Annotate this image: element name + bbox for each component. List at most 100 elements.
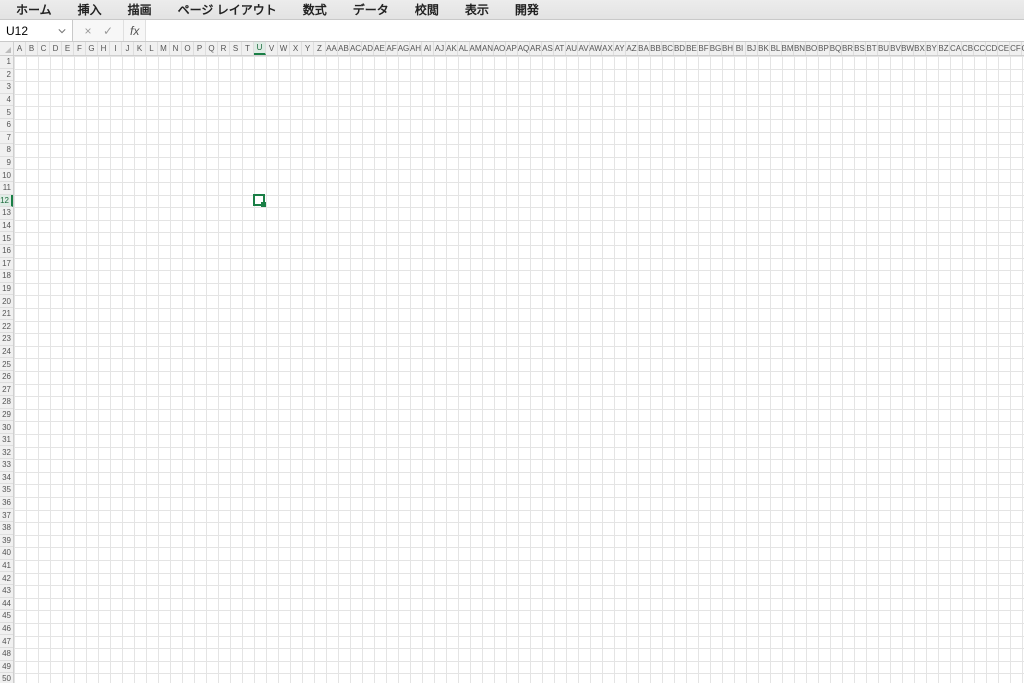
column-header[interactable]: AN bbox=[482, 42, 494, 55]
enter-icon[interactable]: ✓ bbox=[101, 24, 115, 38]
column-header[interactable]: AO bbox=[494, 42, 506, 55]
row-header[interactable]: 30 bbox=[0, 421, 13, 434]
ribbon-tab[interactable]: 数式 bbox=[297, 0, 333, 20]
column-header[interactable]: AG bbox=[398, 42, 410, 55]
column-header[interactable]: AK bbox=[446, 42, 458, 55]
ribbon-tab[interactable]: ページ レイアウト bbox=[172, 0, 283, 20]
row-header[interactable]: 35 bbox=[0, 484, 13, 497]
ribbon-tab[interactable]: 挿入 bbox=[72, 0, 108, 20]
column-header[interactable]: BW bbox=[902, 42, 914, 55]
row-header[interactable]: 39 bbox=[0, 535, 13, 548]
column-header[interactable]: AA bbox=[326, 42, 338, 55]
row-header[interactable]: 44 bbox=[0, 598, 13, 611]
row-header[interactable]: 27 bbox=[0, 383, 13, 396]
column-header[interactable]: BR bbox=[842, 42, 854, 55]
column-header[interactable]: BX bbox=[914, 42, 926, 55]
column-header[interactable]: E bbox=[62, 42, 74, 55]
column-header[interactable]: BH bbox=[722, 42, 734, 55]
ribbon-tab[interactable]: 校閲 bbox=[409, 0, 445, 20]
column-header[interactable]: AB bbox=[338, 42, 350, 55]
row-header[interactable]: 28 bbox=[0, 396, 13, 409]
row-header[interactable]: 47 bbox=[0, 635, 13, 648]
column-header[interactable]: G bbox=[86, 42, 98, 55]
row-header[interactable]: 40 bbox=[0, 547, 13, 560]
column-header[interactable]: D bbox=[50, 42, 62, 55]
column-header[interactable]: I bbox=[110, 42, 122, 55]
row-header[interactable]: 18 bbox=[0, 270, 13, 283]
row-header[interactable]: 26 bbox=[0, 371, 13, 384]
column-header[interactable]: BG bbox=[710, 42, 722, 55]
row-header[interactable]: 3 bbox=[0, 81, 13, 94]
column-header[interactable]: BY bbox=[926, 42, 938, 55]
formula-input[interactable] bbox=[146, 20, 1024, 41]
cell-grid[interactable] bbox=[14, 56, 1024, 683]
name-box[interactable] bbox=[2, 22, 56, 40]
row-header[interactable]: 11 bbox=[0, 182, 13, 195]
column-header[interactable]: BC bbox=[662, 42, 674, 55]
column-header[interactable]: T bbox=[242, 42, 254, 55]
column-header[interactable]: BS bbox=[854, 42, 866, 55]
column-header[interactable]: AL bbox=[458, 42, 470, 55]
row-header[interactable]: 12 bbox=[0, 195, 13, 208]
column-header[interactable]: BB bbox=[650, 42, 662, 55]
ribbon-tab[interactable]: ホーム bbox=[10, 0, 58, 20]
column-header[interactable]: AD bbox=[362, 42, 374, 55]
row-header[interactable]: 31 bbox=[0, 434, 13, 447]
column-header[interactable]: AR bbox=[530, 42, 542, 55]
row-header[interactable]: 48 bbox=[0, 648, 13, 661]
column-header[interactable]: BD bbox=[674, 42, 686, 55]
column-header[interactable]: W bbox=[278, 42, 290, 55]
row-header[interactable]: 29 bbox=[0, 409, 13, 422]
column-header[interactable]: AI bbox=[422, 42, 434, 55]
row-header[interactable]: 1 bbox=[0, 56, 13, 69]
column-header[interactable]: V bbox=[266, 42, 278, 55]
column-header[interactable]: AZ bbox=[626, 42, 638, 55]
column-header[interactable]: K bbox=[134, 42, 146, 55]
column-header[interactable]: AQ bbox=[518, 42, 530, 55]
row-header[interactable]: 50 bbox=[0, 673, 13, 683]
row-header[interactable]: 24 bbox=[0, 346, 13, 359]
column-header[interactable]: C bbox=[38, 42, 50, 55]
column-header[interactable]: M bbox=[158, 42, 170, 55]
column-header[interactable]: B bbox=[26, 42, 38, 55]
column-header[interactable]: A bbox=[14, 42, 26, 55]
row-header[interactable]: 17 bbox=[0, 258, 13, 271]
column-header[interactable]: U bbox=[254, 42, 266, 55]
column-header[interactable]: P bbox=[194, 42, 206, 55]
row-header[interactable]: 9 bbox=[0, 157, 13, 170]
row-header[interactable]: 25 bbox=[0, 358, 13, 371]
row-header[interactable]: 16 bbox=[0, 245, 13, 258]
row-header[interactable]: 36 bbox=[0, 497, 13, 510]
cancel-icon[interactable]: × bbox=[81, 24, 95, 38]
column-header[interactable]: L bbox=[146, 42, 158, 55]
row-header[interactable]: 21 bbox=[0, 308, 13, 321]
column-header[interactable]: CC bbox=[974, 42, 986, 55]
row-header[interactable]: 37 bbox=[0, 509, 13, 522]
column-header[interactable]: BJ bbox=[746, 42, 758, 55]
row-header[interactable]: 5 bbox=[0, 106, 13, 119]
column-header[interactable]: H bbox=[98, 42, 110, 55]
column-header[interactable]: AW bbox=[590, 42, 602, 55]
column-header[interactable]: X bbox=[290, 42, 302, 55]
column-header[interactable]: AV bbox=[578, 42, 590, 55]
column-header[interactable]: BF bbox=[698, 42, 710, 55]
column-header[interactable]: F bbox=[74, 42, 86, 55]
ribbon-tab[interactable]: データ bbox=[347, 0, 395, 20]
row-header[interactable]: 2 bbox=[0, 69, 13, 82]
column-header[interactable]: BA bbox=[638, 42, 650, 55]
ribbon-tab[interactable]: 開発 bbox=[509, 0, 545, 20]
column-header[interactable]: CF bbox=[1010, 42, 1022, 55]
column-header[interactable]: O bbox=[182, 42, 194, 55]
column-header[interactable]: AC bbox=[350, 42, 362, 55]
row-header[interactable]: 23 bbox=[0, 333, 13, 346]
row-header[interactable]: 46 bbox=[0, 623, 13, 636]
column-header[interactable]: Q bbox=[206, 42, 218, 55]
row-header[interactable]: 42 bbox=[0, 572, 13, 585]
row-header[interactable]: 14 bbox=[0, 220, 13, 233]
row-header[interactable]: 4 bbox=[0, 94, 13, 107]
column-header[interactable]: AJ bbox=[434, 42, 446, 55]
column-header[interactable]: AF bbox=[386, 42, 398, 55]
row-header[interactable]: 33 bbox=[0, 459, 13, 472]
row-header[interactable]: 7 bbox=[0, 132, 13, 145]
column-header[interactable]: AS bbox=[542, 42, 554, 55]
